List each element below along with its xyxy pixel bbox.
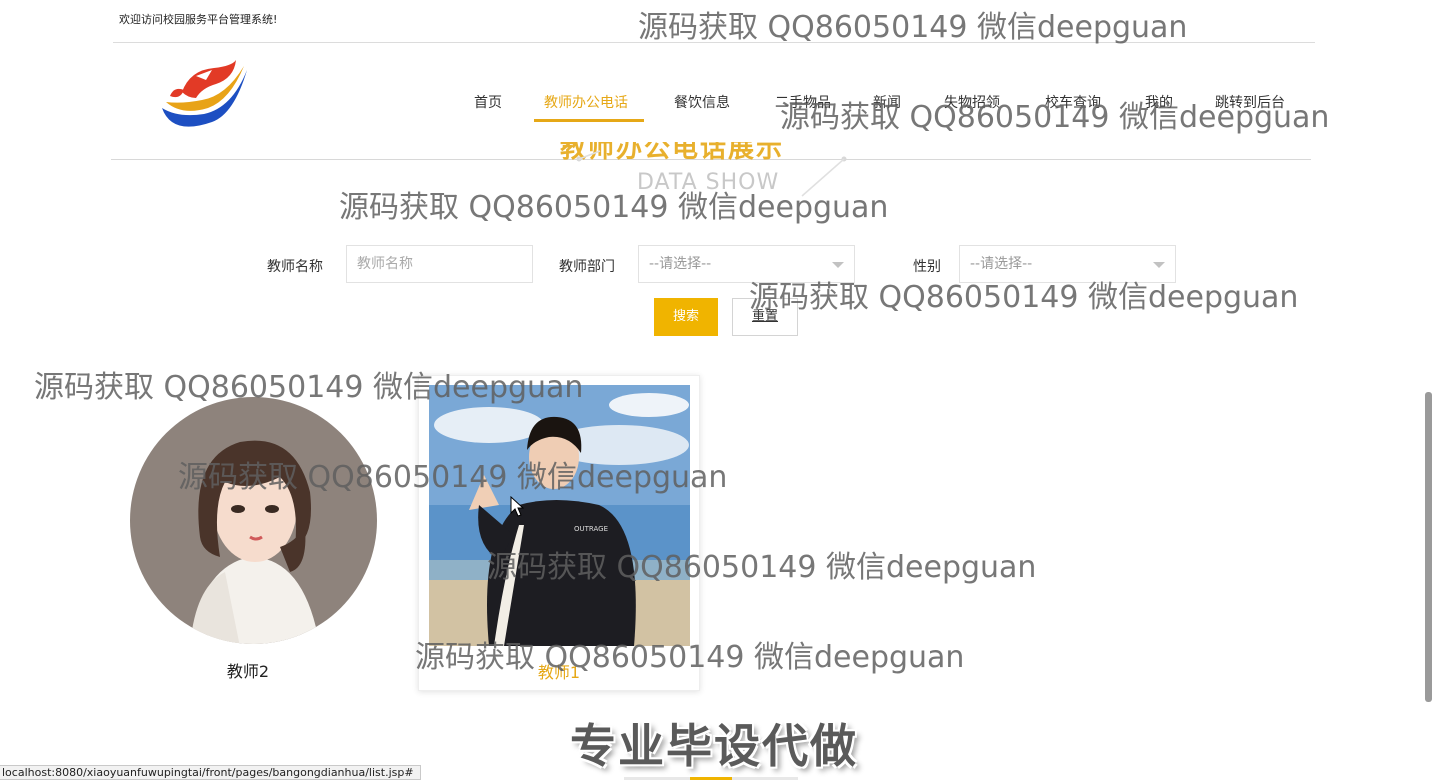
teacher-card[interactable]: OUTRAGE 教师1 bbox=[418, 375, 700, 691]
nav-second-hand[interactable]: 二手物品 bbox=[775, 92, 831, 112]
teacher-dept-select[interactable]: --请选择-- bbox=[638, 245, 855, 283]
nav-news[interactable]: 新闻 bbox=[873, 92, 901, 112]
teacher-name: 教师1 bbox=[537, 663, 581, 682]
nav-dining[interactable]: 餐饮信息 bbox=[674, 92, 730, 112]
teacher-dept-label: 教师部门 bbox=[559, 259, 615, 275]
nav-admin[interactable]: 跳转到后台 bbox=[1215, 92, 1285, 112]
section-subtitle: DATA SHOW bbox=[637, 170, 780, 195]
teacher-name-label: 教师名称 bbox=[267, 259, 323, 275]
watermark: 源码获取 QQ86050149 微信deepguan bbox=[638, 10, 1188, 45]
teacher-card[interactable]: 教师2 bbox=[118, 385, 378, 690]
welcome-text: 欢迎访问校园服务平台管理系统! bbox=[119, 13, 278, 26]
nav-mine[interactable]: 我的 bbox=[1145, 92, 1173, 112]
nav-home[interactable]: 首页 bbox=[474, 92, 502, 112]
nav-teacher-phone[interactable]: 教师办公电话 bbox=[544, 92, 628, 112]
page-scrollbar[interactable] bbox=[1425, 392, 1432, 702]
chevron-down-icon bbox=[1153, 262, 1165, 268]
nav-lost-found[interactable]: 失物招领 bbox=[944, 92, 1000, 112]
promo-banner: 专业毕设代做 bbox=[570, 719, 858, 773]
browser-status-bar: localhost:8080/xiaoyuanfuwupingtai/front… bbox=[0, 765, 421, 780]
teacher-photo: OUTRAGE bbox=[429, 385, 690, 646]
chevron-down-icon bbox=[832, 262, 844, 268]
site-logo[interactable] bbox=[152, 56, 252, 134]
gender-select[interactable]: --请选择-- bbox=[959, 245, 1176, 283]
gender-value: --请选择-- bbox=[970, 256, 1033, 272]
gender-label: 性别 bbox=[913, 259, 941, 275]
teacher-name: 教师2 bbox=[226, 662, 270, 681]
nav-active-indicator bbox=[534, 119, 644, 122]
teacher-name-input[interactable] bbox=[346, 245, 533, 283]
svg-text:OUTRAGE: OUTRAGE bbox=[574, 525, 608, 533]
teacher-avatar bbox=[130, 397, 377, 644]
mouse-cursor-icon bbox=[510, 496, 524, 517]
nav-bus[interactable]: 校车查询 bbox=[1045, 92, 1101, 112]
search-button[interactable]: 搜索 bbox=[654, 298, 718, 336]
header-divider bbox=[113, 42, 1315, 43]
teacher-dept-value: --请选择-- bbox=[649, 256, 712, 272]
reset-button[interactable]: 重置 bbox=[732, 298, 798, 336]
